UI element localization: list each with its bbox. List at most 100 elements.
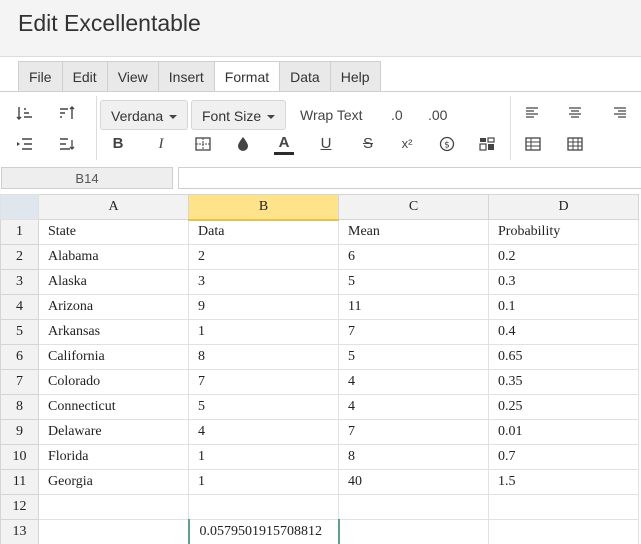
cell-c13[interactable] (338, 519, 489, 544)
cell-a2[interactable]: Alabama (38, 244, 189, 270)
cell-d11[interactable]: 1.5 (488, 469, 639, 495)
cell-c3[interactable]: 5 (338, 269, 489, 295)
cell-b4[interactable]: 9 (188, 294, 339, 320)
cell-d10[interactable]: 0.7 (488, 444, 639, 470)
wrap-text-button[interactable]: Wrap Text (300, 100, 363, 130)
conditional-format-icon[interactable] (474, 132, 500, 156)
column-header-b[interactable]: B (188, 194, 339, 221)
superscript-button[interactable]: x² (394, 132, 420, 156)
cell-a3[interactable]: Alaska (38, 269, 189, 295)
cell-b7[interactable]: 7 (188, 369, 339, 395)
decimal-decrease-button[interactable]: .0 (391, 100, 403, 130)
cell-b11[interactable]: 1 (188, 469, 339, 495)
cell-a13[interactable] (38, 519, 189, 544)
strikethrough-button[interactable]: S (355, 132, 381, 156)
italic-button[interactable]: I (148, 132, 174, 156)
align-right-icon[interactable] (606, 101, 632, 125)
row-header[interactable]: 6 (0, 344, 39, 370)
row-header[interactable]: 5 (0, 319, 39, 345)
row-header[interactable]: 13 (0, 519, 39, 544)
cell-d5[interactable]: 0.4 (488, 319, 639, 345)
row-header[interactable]: 7 (0, 369, 39, 395)
cell-c12[interactable] (338, 494, 489, 520)
row-header[interactable]: 9 (0, 419, 39, 445)
cell-d9[interactable]: 0.01 (488, 419, 639, 445)
decimal-increase-button[interactable]: .00 (428, 100, 447, 130)
borders-icon[interactable] (190, 132, 216, 156)
font-size-dropdown[interactable]: Font Size (191, 100, 287, 130)
cell-d12[interactable] (488, 494, 639, 520)
indent-increase-icon[interactable] (12, 132, 38, 156)
cell-b1[interactable]: Data (188, 219, 339, 245)
cell-c8[interactable]: 4 (338, 394, 489, 420)
cell-c1[interactable]: Mean (338, 219, 489, 245)
cell-d7[interactable]: 0.35 (488, 369, 639, 395)
row-header[interactable]: 4 (0, 294, 39, 320)
align-center-icon[interactable] (562, 101, 588, 125)
cell-a8[interactable]: Connecticut (38, 394, 189, 420)
cell-b2[interactable]: 2 (188, 244, 339, 270)
cell-d4[interactable]: 0.1 (488, 294, 639, 320)
tab-file[interactable]: File (19, 62, 63, 92)
column-header-d[interactable]: D (488, 194, 639, 220)
cell-a5[interactable]: Arkansas (38, 319, 189, 345)
sort-descending-icon[interactable] (54, 101, 80, 125)
cell-b9[interactable]: 4 (188, 419, 339, 445)
fill-color-icon[interactable] (230, 132, 256, 156)
currency-icon[interactable]: $ (434, 132, 460, 156)
cell-a4[interactable]: Arizona (38, 294, 189, 320)
formula-input[interactable] (178, 167, 641, 189)
bold-button[interactable]: B (105, 132, 131, 156)
cell-c2[interactable]: 6 (338, 244, 489, 270)
tab-view[interactable]: View (108, 62, 159, 92)
row-header[interactable]: 3 (0, 269, 39, 295)
cell-b5[interactable]: 1 (188, 319, 339, 345)
tab-insert[interactable]: Insert (159, 62, 215, 92)
tab-edit[interactable]: Edit (63, 62, 108, 92)
row-header[interactable]: 10 (0, 444, 39, 470)
cell-a7[interactable]: Colorado (38, 369, 189, 395)
cell-a12[interactable] (38, 494, 189, 520)
cell-c6[interactable]: 5 (338, 344, 489, 370)
align-left-icon[interactable] (520, 101, 546, 125)
column-header-c[interactable]: C (338, 194, 489, 220)
cell-c5[interactable]: 7 (338, 319, 489, 345)
cell-d2[interactable]: 0.2 (488, 244, 639, 270)
cell-c7[interactable]: 4 (338, 369, 489, 395)
cell-c11[interactable]: 40 (338, 469, 489, 495)
cell-reference-box[interactable]: B14 (1, 167, 173, 189)
cell-b12[interactable] (188, 494, 339, 520)
grid-icon[interactable] (562, 132, 588, 156)
cell-c4[interactable]: 11 (338, 294, 489, 320)
row-header[interactable]: 2 (0, 244, 39, 270)
sort-ascending-icon[interactable] (12, 101, 38, 125)
cell-a10[interactable]: Florida (38, 444, 189, 470)
cell-a9[interactable]: Delaware (38, 419, 189, 445)
cell-d6[interactable]: 0.65 (488, 344, 639, 370)
cell-d8[interactable]: 0.25 (488, 394, 639, 420)
table-icon[interactable] (520, 132, 546, 156)
cell-d3[interactable]: 0.3 (488, 269, 639, 295)
cell-b3[interactable]: 3 (188, 269, 339, 295)
indent-decrease-icon[interactable] (54, 132, 80, 156)
cell-b6[interactable]: 8 (188, 344, 339, 370)
tab-data[interactable]: Data (280, 62, 331, 92)
cell-c9[interactable]: 7 (338, 419, 489, 445)
row-header[interactable]: 8 (0, 394, 39, 420)
cell-d1[interactable]: Probability (488, 219, 639, 245)
font-color-button[interactable]: A (271, 130, 297, 158)
cell-c10[interactable]: 8 (338, 444, 489, 470)
row-header[interactable]: 11 (0, 469, 39, 495)
cell-d13[interactable] (488, 519, 639, 544)
cell-a11[interactable]: Georgia (38, 469, 189, 495)
cell-a6[interactable]: California (38, 344, 189, 370)
row-header[interactable]: 12 (0, 494, 39, 520)
tab-help[interactable]: Help (331, 62, 380, 92)
cell-b10[interactable]: 1 (188, 444, 339, 470)
tab-format[interactable]: Format (214, 62, 281, 93)
cell-a1[interactable]: State (38, 219, 189, 245)
row-header[interactable]: 1 (0, 219, 39, 245)
underline-button[interactable]: U (313, 132, 339, 156)
cell-b13[interactable]: 0.0579501915708812 (187, 519, 340, 544)
column-header-a[interactable]: A (38, 194, 189, 220)
